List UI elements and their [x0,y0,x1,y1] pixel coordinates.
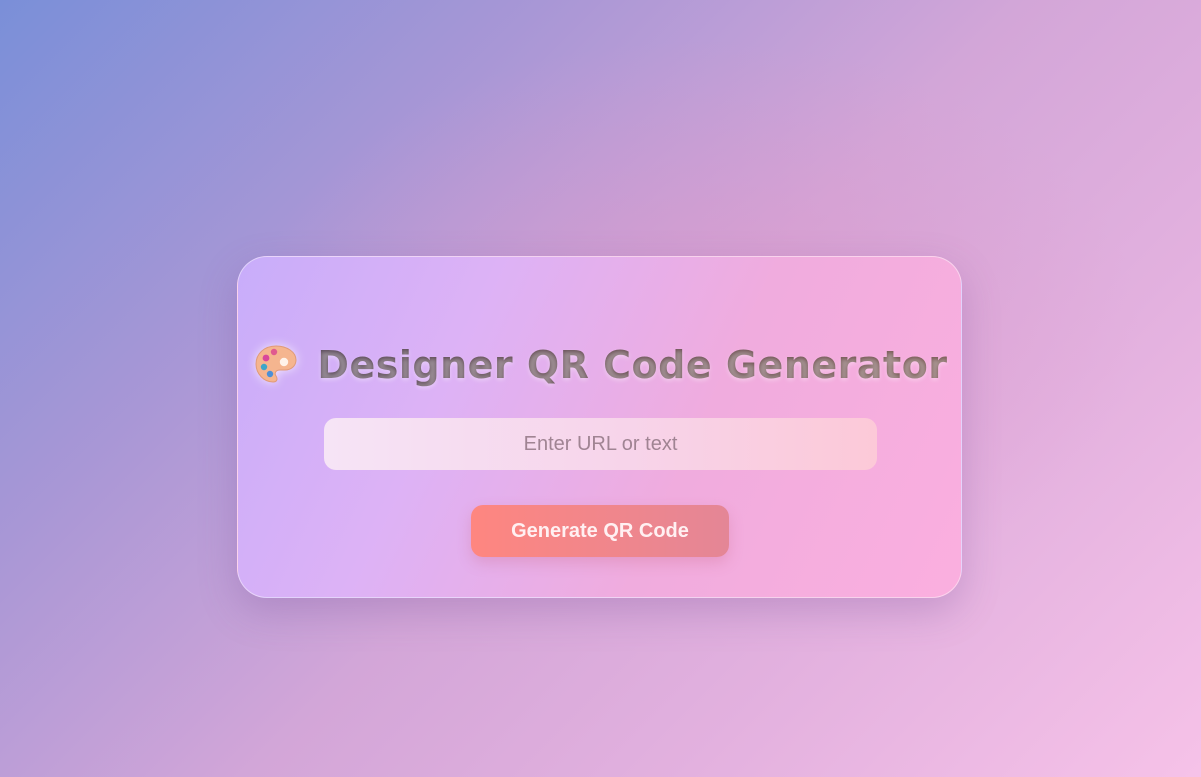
generator-card: Designer QR Code Generator Generate QR C… [237,256,962,598]
palette-icon [253,342,299,388]
generate-button[interactable]: Generate QR Code [471,505,729,557]
header: Designer QR Code Generator [238,339,963,391]
page-title: Designer QR Code Generator [317,343,948,387]
url-input[interactable] [324,418,877,470]
